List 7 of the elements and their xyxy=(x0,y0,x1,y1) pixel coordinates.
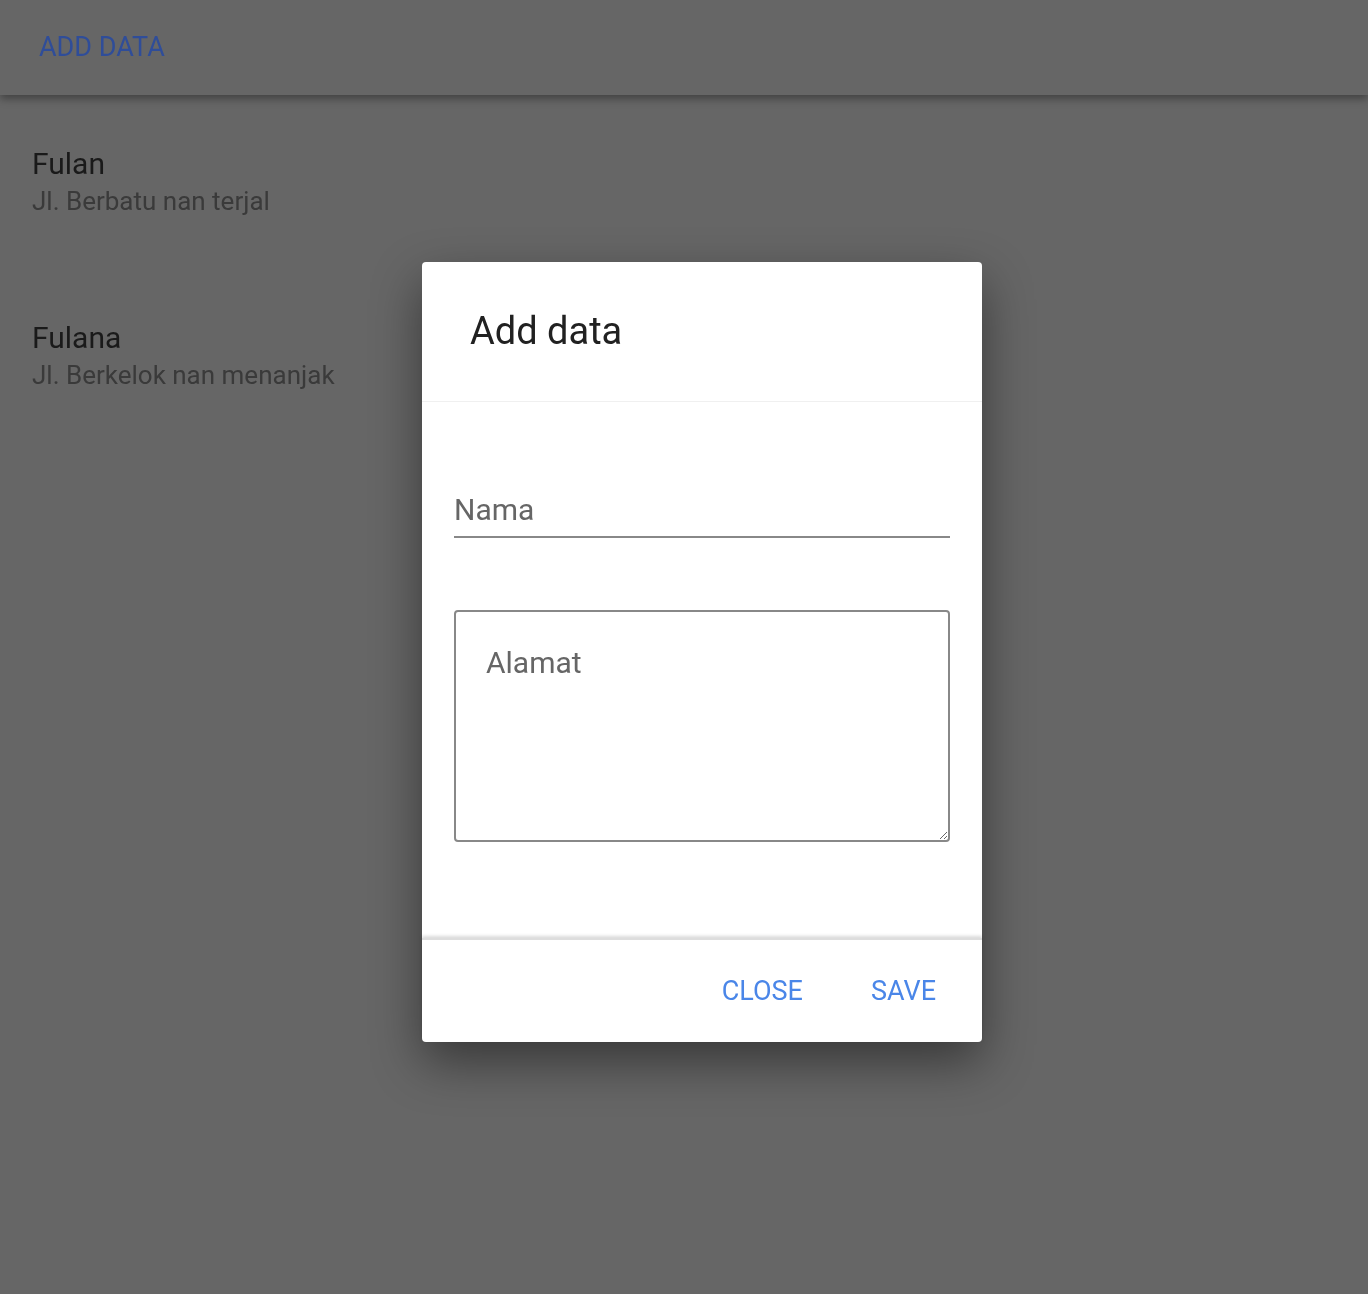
list-item-title: Fulana xyxy=(32,319,122,357)
address-field[interactable]: Alamat xyxy=(454,610,950,842)
save-button[interactable]: SAVE xyxy=(854,960,952,1022)
dialog-title: Add data xyxy=(470,308,623,355)
name-field[interactable]: Nama xyxy=(454,482,950,538)
close-button[interactable]: CLOSE xyxy=(705,960,819,1022)
list-item-title: Fulan xyxy=(32,145,105,183)
